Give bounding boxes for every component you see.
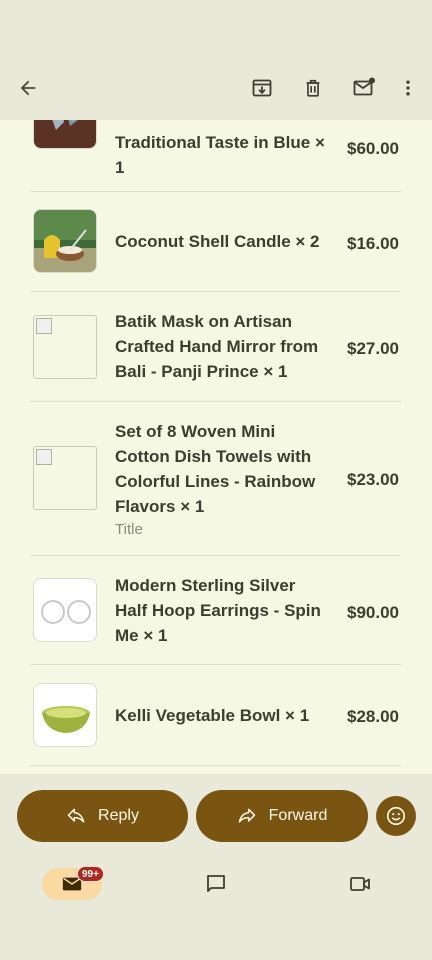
item-name: Modern Sterling Silver Half Hoop Earring…	[115, 576, 321, 645]
product-image	[33, 209, 97, 273]
product-image	[33, 683, 97, 747]
more-vert-icon[interactable]	[390, 70, 426, 106]
list-item: Set of 8 Woven Mini Cotton Dish Towels w…	[30, 402, 401, 556]
item-price: $60.00	[347, 139, 399, 158]
video-icon	[350, 877, 370, 891]
list-item: Batik Mask on Artisan Crafted Hand Mirro…	[30, 292, 401, 402]
mark-unread-icon[interactable]	[346, 70, 382, 106]
item-name: Batik Mask on Artisan Crafted Hand Mirro…	[115, 312, 319, 381]
chat-icon	[207, 875, 225, 892]
archive-icon[interactable]	[244, 70, 280, 106]
add-reaction-button[interactable]	[376, 796, 416, 836]
forward-button[interactable]: Forward	[196, 790, 368, 842]
email-body[interactable]: Traditional Taste in Blue × 1 $60.00 Coc…	[0, 120, 432, 774]
nav-chat[interactable]	[186, 868, 246, 900]
add-reaction-icon	[386, 806, 406, 826]
list-item: Coconut Shell Candle × 2 $16.00	[30, 192, 401, 292]
item-name: Set of 8 Woven Mini Cotton Dish Towels w…	[115, 422, 316, 516]
item-price: $27.00	[347, 339, 399, 358]
forward-icon	[238, 808, 255, 823]
item-price: $23.00	[347, 470, 399, 489]
item-name: Coconut Shell Candle × 2	[115, 232, 320, 251]
reply-button[interactable]: Reply	[17, 790, 188, 842]
product-image	[33, 120, 97, 149]
status-bar	[0, 0, 432, 56]
product-image	[33, 578, 97, 642]
reply-actions: Reply Forward	[0, 774, 432, 858]
arrow-back-icon[interactable]	[10, 70, 46, 106]
unread-count-badge: 99+	[77, 866, 104, 882]
item-name: Traditional Taste in Blue × 1	[115, 133, 325, 177]
item-variant: Title	[115, 521, 143, 538]
list-item: Traditional Taste in Blue × 1 $60.00	[30, 120, 401, 192]
item-name: Kelli Vegetable Bowl × 1	[115, 706, 310, 725]
forward-label: Forward	[268, 807, 328, 824]
delete-icon[interactable]	[295, 70, 331, 106]
list-item: Kelli Vegetable Bowl × 1 $28.00	[30, 665, 401, 766]
bottom-navigation: 99+	[0, 858, 432, 960]
nav-meet[interactable]	[330, 868, 390, 900]
product-image-missing	[33, 446, 97, 510]
product-image-missing	[33, 315, 97, 379]
top-app-bar	[0, 56, 432, 120]
reply-icon	[67, 808, 85, 823]
reply-label: Reply	[98, 807, 139, 824]
item-price: $90.00	[347, 603, 399, 622]
item-price: $16.00	[347, 234, 399, 253]
list-item: Modern Sterling Silver Half Hoop Earring…	[30, 556, 401, 665]
item-price: $28.00	[347, 707, 399, 726]
